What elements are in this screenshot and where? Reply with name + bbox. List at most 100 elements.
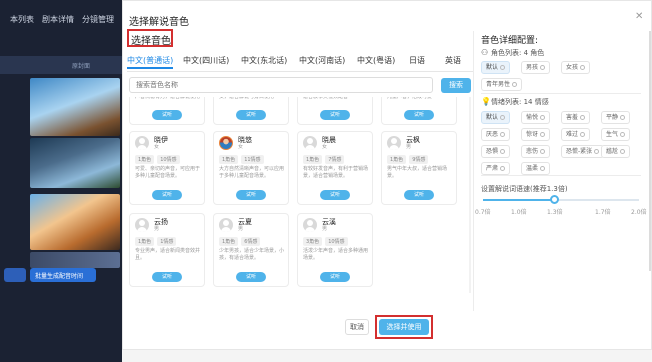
option-chip[interactable]: 女孩: [561, 61, 591, 74]
select-and-use-button[interactable]: 选择并使用: [379, 319, 429, 335]
option-chip[interactable]: 男孩: [521, 61, 551, 74]
speed-slider[interactable]: [483, 195, 639, 204]
option-chip[interactable]: 平静: [601, 111, 631, 124]
background-row-button[interactable]: [4, 268, 26, 282]
play-icon[interactable]: [580, 115, 586, 120]
voice-tag: 1角色: [387, 155, 407, 164]
chip-label: 惊讶: [526, 131, 539, 138]
tab-language[interactable]: 中文(粤语): [357, 55, 395, 66]
option-chip[interactable]: 悲伤: [521, 145, 551, 158]
play-icon[interactable]: [500, 115, 506, 120]
option-chip[interactable]: 害羞: [561, 111, 591, 124]
voice-tags: 1角色 10情感: [135, 155, 180, 164]
voice-card[interactable]: 女，适合解说与旁白使用 试听: [213, 97, 289, 125]
voice-card[interactable]: 云枫男 1角色 9情感 男气中年大叔，适合营销场景。 试听: [381, 131, 457, 205]
option-chip[interactable]: 尴尬: [601, 145, 631, 158]
option-chip[interactable]: 默认: [481, 111, 511, 124]
tab-language[interactable]: 中文(普通话): [127, 55, 174, 69]
option-chip[interactable]: 严肃: [481, 162, 511, 175]
option-chip[interactable]: 恐慌-紧张: [561, 145, 605, 158]
close-icon[interactable]: ✕: [635, 11, 643, 22]
voice-card[interactable]: 声音沉稳有力，适合解说使用 试听: [129, 97, 205, 125]
preview-button[interactable]: 试听: [152, 272, 182, 282]
option-chip[interactable]: 难过: [561, 128, 591, 141]
option-chip[interactable]: 生气: [601, 128, 631, 141]
background-thumbnail[interactable]: [30, 138, 120, 188]
play-icon[interactable]: [620, 149, 626, 154]
option-chip[interactable]: 默认: [481, 61, 511, 74]
play-icon[interactable]: [540, 149, 546, 154]
play-icon[interactable]: [580, 65, 586, 70]
play-icon[interactable]: [512, 82, 518, 87]
voice-card[interactable]: 晓伊女 1角色 10情感 可爱、亲切的声音，可应用于多种儿童配音场景。 试听: [129, 131, 205, 205]
chip-label: 温柔: [526, 165, 539, 172]
cancel-button[interactable]: 取消: [345, 319, 369, 335]
emotions-label: 💡情绪列表: 14 情感: [481, 97, 549, 107]
option-chip[interactable]: 温柔: [521, 162, 551, 175]
play-icon[interactable]: [540, 166, 546, 171]
tab-language[interactable]: 中文(四川话): [183, 55, 229, 66]
avatar: [135, 218, 149, 232]
play-icon[interactable]: [540, 132, 546, 137]
config-scrollbar[interactable]: [649, 31, 651, 271]
play-icon[interactable]: [620, 132, 626, 137]
play-icon[interactable]: [620, 115, 626, 120]
speed-slider-handle[interactable]: [550, 195, 559, 204]
chip-label: 恐慌-紧张: [566, 148, 593, 155]
background-tab[interactable]: 本列表: [10, 14, 34, 34]
background-tab[interactable]: 剧本详情: [42, 14, 74, 34]
screen: 本列表 剧本详情 分镜管理 原封面 批量生成配音时间 选择解说音色 ✕ 选择音色…: [0, 0, 652, 362]
preview-button[interactable]: 试听: [236, 190, 266, 200]
tab-language[interactable]: 中文(东北话): [241, 55, 287, 66]
voice-tag: 7情感: [325, 155, 345, 164]
play-icon[interactable]: [500, 166, 506, 171]
preview-button[interactable]: 试听: [404, 190, 434, 200]
background-tab[interactable]: 分镜管理: [82, 14, 114, 34]
avatar: [219, 218, 233, 232]
batch-generate-button[interactable]: 批量生成配音时间: [30, 268, 96, 282]
play-icon[interactable]: [500, 132, 506, 137]
preview-button[interactable]: 试听: [152, 110, 182, 120]
preview-button[interactable]: 试听: [320, 190, 350, 200]
preview-button[interactable]: 试听: [404, 110, 434, 120]
background-thumbnail[interactable]: [30, 78, 120, 136]
option-chip[interactable]: 厌恶: [481, 128, 511, 141]
background-thumbnail[interactable]: [30, 194, 120, 250]
grid-scrollbar[interactable]: [469, 97, 471, 293]
preview-button[interactable]: 试听: [320, 272, 350, 282]
preview-button[interactable]: 试听: [236, 272, 266, 282]
option-chip[interactable]: 恐惧: [481, 145, 511, 158]
voice-description: 儿童声音，活泼可爱: [387, 97, 433, 100]
voice-card[interactable]: 晓晨女 1角色 7情感 有较好发音声，有利于营销场景，适合营销场景。 试听: [297, 131, 373, 205]
search-button[interactable]: 搜索: [441, 78, 471, 93]
play-icon[interactable]: [500, 65, 506, 70]
play-icon[interactable]: [594, 149, 600, 154]
play-icon[interactable]: [500, 149, 506, 154]
voice-card[interactable]: 晓悠女 1角色 11情感 大方自然清晰声音，可以应用于多种儿童配音场景。 试听: [213, 131, 289, 205]
voice-card[interactable]: 云溪男 3角色 10情感 活泼少年声音，适合多种通用场景。 试听: [297, 213, 373, 287]
option-chip[interactable]: 惊讶: [521, 128, 551, 141]
background-thumbnail[interactable]: [30, 252, 120, 268]
config-divider: [481, 93, 641, 94]
tab-language[interactable]: 英语: [445, 55, 461, 66]
background-tabs: 本列表 剧本详情 分镜管理: [0, 14, 122, 34]
play-icon[interactable]: [540, 115, 546, 120]
voice-card[interactable]: 适合叙事类视频配音 试听: [297, 97, 373, 125]
option-chip[interactable]: 青年男性: [481, 78, 523, 91]
voice-search-input[interactable]: [129, 77, 433, 93]
preview-button[interactable]: 试听: [236, 110, 266, 120]
voice-card[interactable]: 儿童声音，活泼可爱试听: [381, 97, 457, 125]
option-chip[interactable]: 愉悦: [521, 111, 551, 124]
voice-card[interactable]: 云夏男 1角色 6情感 少年男孩，适合少年场景，小孩，有适合场景。 试听: [213, 213, 289, 287]
voice-card[interactable]: 云扬男 1角色 1情感 专业男声，适合新闻类音效并且。 试听: [129, 213, 205, 287]
voice-tags: 1角色 1情感: [135, 237, 177, 246]
play-icon[interactable]: [540, 65, 546, 70]
tab-language[interactable]: 日语: [409, 55, 425, 66]
speed-label: 设置解说词语速(推荐1.3倍): [481, 185, 568, 193]
play-icon[interactable]: [580, 132, 586, 137]
chip-label: 厌恶: [486, 131, 499, 138]
tab-language[interactable]: 中文(河南话): [299, 55, 345, 66]
preview-button[interactable]: 试听: [320, 110, 350, 120]
preview-button[interactable]: 试听: [152, 190, 182, 200]
chip-label: 恐惧: [486, 148, 499, 155]
